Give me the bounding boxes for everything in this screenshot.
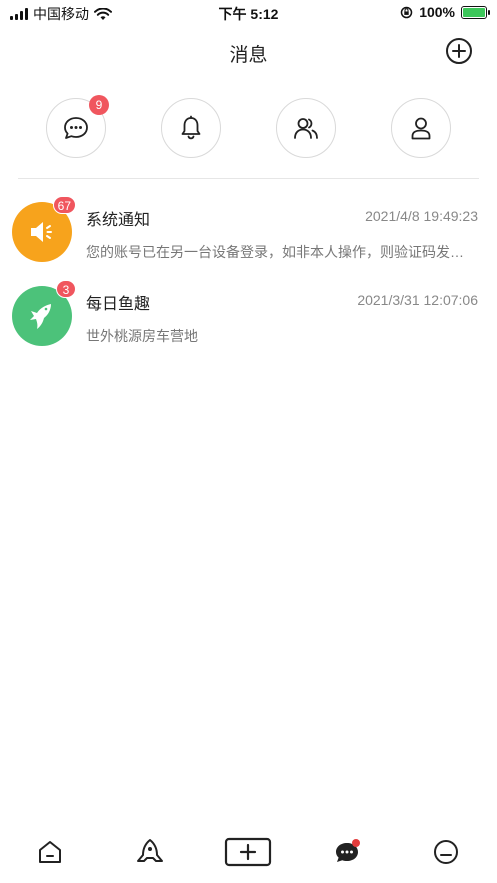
bell-icon xyxy=(181,115,201,140)
avatar: 3 xyxy=(12,280,76,346)
quick-actions: 9 xyxy=(0,95,497,158)
message-item-daily-fish[interactable]: 3 每日鱼趣 2021/3/31 12:07:06 世外桃源房车营地 xyxy=(0,280,497,366)
fish-icon xyxy=(30,304,51,329)
nav-profile[interactable] xyxy=(430,836,462,868)
unread-badge: 9 xyxy=(89,95,109,115)
message-time: 2021/4/8 19:49:23 xyxy=(365,208,478,224)
quick-notification-button[interactable] xyxy=(161,98,221,158)
nav-discover[interactable] xyxy=(132,836,168,868)
status-right: 100% xyxy=(400,4,490,20)
battery-icon xyxy=(461,5,490,19)
add-post-icon xyxy=(224,837,272,867)
person-icon xyxy=(411,117,431,140)
nav-messages[interactable] xyxy=(330,836,364,868)
message-icon xyxy=(336,839,360,862)
divider xyxy=(18,178,479,179)
status-bar: 中国移动 下午 5:12 100% xyxy=(0,0,497,26)
orientation-lock-icon xyxy=(400,6,413,18)
bottom-nav xyxy=(0,828,497,883)
message-time: 2021/3/31 12:07:06 xyxy=(357,292,478,308)
unread-badge: 67 xyxy=(52,196,76,214)
quick-profile-button[interactable] xyxy=(391,98,451,158)
nav-publish[interactable] xyxy=(224,836,272,868)
chat-bubble-icon xyxy=(64,117,88,139)
message-sender: 每日鱼趣 xyxy=(86,296,151,313)
megaphone-icon xyxy=(31,222,52,242)
rocket-icon xyxy=(137,839,163,862)
battery-percent: 100% xyxy=(419,4,455,20)
page-title: 消息 xyxy=(229,45,268,66)
nav-home[interactable] xyxy=(34,836,66,868)
message-preview: 世外桃源房车营地 xyxy=(86,328,198,344)
quick-chat-button[interactable]: 9 xyxy=(46,95,109,158)
header: 消息 xyxy=(0,32,497,72)
profile-icon xyxy=(434,840,458,864)
add-button[interactable] xyxy=(445,37,473,65)
unread-badge: 3 xyxy=(56,280,76,298)
quick-group-button[interactable] xyxy=(276,98,336,158)
message-sender: 系统通知 xyxy=(86,212,151,229)
group-icon xyxy=(294,118,318,139)
message-preview: 您的账号已在另一台设备登录，如非本人操作，则验证码发… xyxy=(86,244,464,260)
home-icon xyxy=(39,841,61,863)
avatar: 67 xyxy=(12,196,76,262)
message-item-system[interactable]: 67 系统通知 2021/4/8 19:49:23 您的账号已在另一台设备登录，… xyxy=(0,196,497,282)
